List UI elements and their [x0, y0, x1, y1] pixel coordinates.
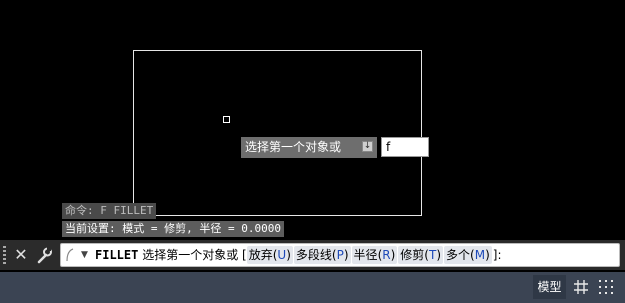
options-close: ]: — [492, 248, 502, 262]
option-radius[interactable]: 半径(R) — [351, 246, 398, 264]
dynamic-input-field[interactable]: f — [381, 137, 429, 157]
drawing-canvas[interactable]: 选择第一个对象或 ↓ f 命令: F FILLET 当前设置: 模式 = 修剪,… — [0, 0, 625, 238]
status-bar: 模型 — [0, 272, 625, 303]
dynamic-prompt-text: 选择第一个对象或 — [245, 140, 342, 154]
pickbox-cursor — [223, 116, 230, 123]
model-tab[interactable]: 模型 — [533, 275, 566, 299]
drag-handle-icon[interactable] — [3, 246, 6, 264]
rectangle-entity[interactable] — [133, 50, 422, 216]
command-name: FILLET — [95, 248, 139, 262]
command-bar: ✕ ▼ FILLET 选择第一个对象或 [放弃(U) 多段线(P) 半径(R) 修剪(… — [0, 240, 625, 270]
grid-icon[interactable] — [572, 278, 590, 296]
option-trim[interactable]: 修剪(T) — [398, 246, 444, 264]
snap-mode-icon[interactable] — [597, 278, 615, 296]
command-history-line: 命令: F FILLET — [62, 203, 157, 219]
recent-commands-dropdown-icon[interactable]: ▼ — [81, 244, 88, 266]
command-line-icon — [66, 248, 74, 262]
option-undo[interactable]: 放弃(U) — [246, 246, 293, 264]
command-history-line: 当前设置: 模式 = 修剪, 半径 = 0.0000 — [62, 221, 284, 237]
close-icon[interactable]: ✕ — [13, 244, 29, 266]
option-multiple[interactable]: 多个(M) — [444, 246, 492, 264]
option-polyline[interactable]: 多段线(P) — [293, 246, 351, 264]
wrench-icon[interactable] — [35, 244, 53, 266]
command-prompt: 选择第一个对象或 — [142, 248, 239, 262]
options-dropdown-icon[interactable]: ↓ — [362, 141, 373, 152]
dynamic-input-prompt: 选择第一个对象或 ↓ — [241, 137, 377, 158]
command-input[interactable]: ▼ FILLET 选择第一个对象或 [放弃(U) 多段线(P) 半径(R) 修剪(T)… — [60, 243, 620, 267]
